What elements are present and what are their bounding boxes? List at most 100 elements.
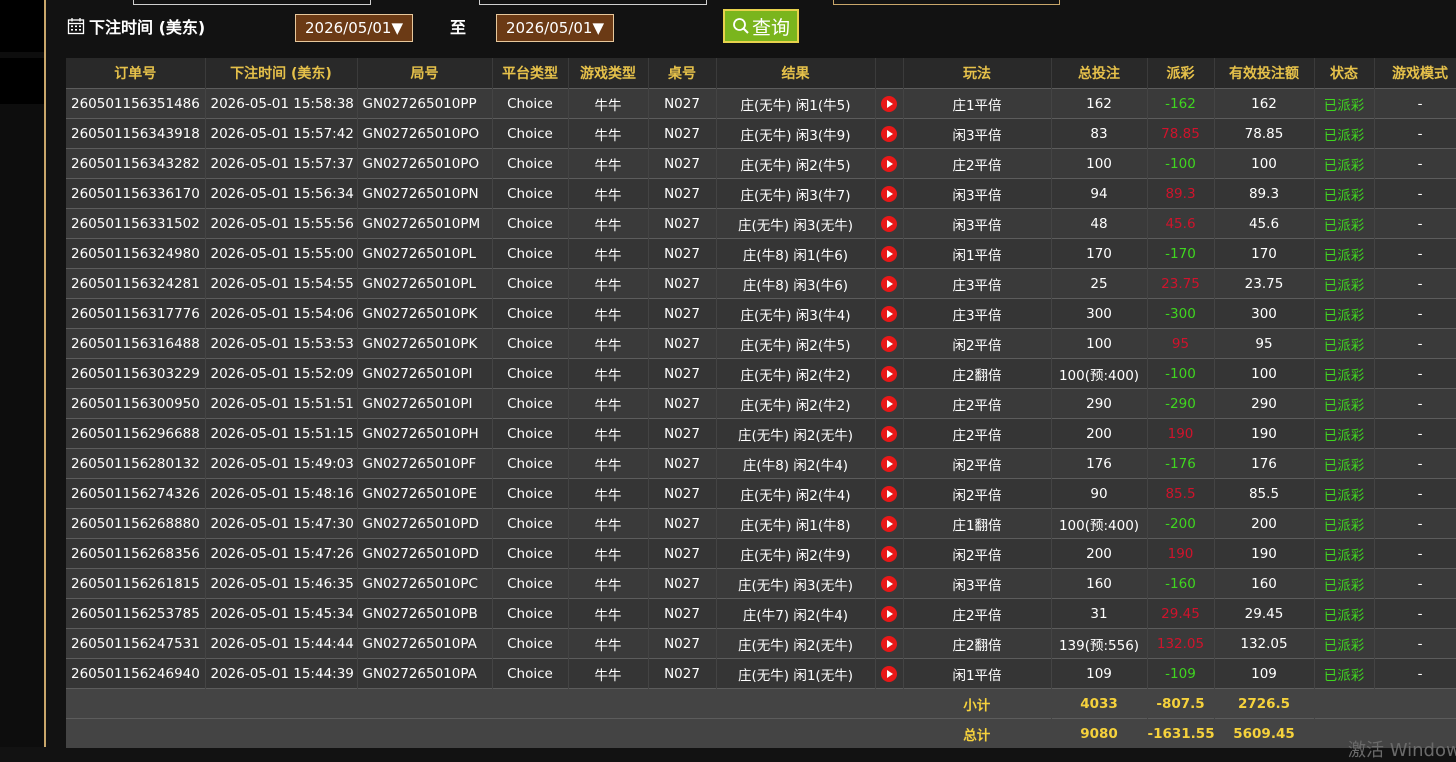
total-bet-cell: 100(预:400) <box>1051 508 1148 539</box>
platform-type-cell: Choice <box>492 448 569 479</box>
payout-cell: -170 <box>1147 238 1215 269</box>
valid-bet-cell: 190 <box>1214 418 1315 449</box>
bet-time-cell: 2026-05-01 15:51:15 <box>205 418 358 449</box>
bet-time-filter-label: 下注时间 (美东) <box>67 14 205 38</box>
play-video-icon[interactable] <box>881 125 897 142</box>
status-cell: 已派彩 <box>1314 88 1375 119</box>
valid-bet-cell: 45.6 <box>1214 208 1315 239</box>
result-cell: 庄(无牛) 闲2(牛2) <box>716 358 876 389</box>
table-row: 260501156246940 2026-05-01 15:44:39 GN0272… <box>66 658 1456 689</box>
game-type-cell: 牛牛 <box>568 328 649 359</box>
play-video-icon[interactable] <box>881 605 897 622</box>
round-no-cell: GN027265010PP <box>357 88 493 119</box>
table-row: 260501156296688 2026-05-01 15:51:15 GN0272… <box>66 418 1456 449</box>
play-type-cell: 闲3平倍 <box>903 118 1052 149</box>
left-sidebar <box>0 0 46 747</box>
order-no-cell: 260501156324281 <box>66 268 206 299</box>
table-header-row: 订单号 下注时间 (美东) 局号 平台类型 游戏类型 桌号 结果 玩法 总投注 … <box>66 58 1456 89</box>
play-video-icon[interactable] <box>881 215 897 232</box>
round-no-cell: GN027265010PB <box>357 598 493 629</box>
platform-type-cell: Choice <box>492 298 569 329</box>
valid-bet-cell: 160 <box>1214 568 1315 599</box>
game-type-cell: 牛牛 <box>568 508 649 539</box>
play-video-icon[interactable] <box>881 95 897 112</box>
table-no-cell: N027 <box>648 118 717 149</box>
round-no-cell: GN027265010PH <box>357 418 493 449</box>
play-type-cell: 庄3平倍 <box>903 268 1052 299</box>
replay-cell <box>875 598 904 629</box>
play-video-icon[interactable] <box>881 575 897 592</box>
play-video-icon[interactable] <box>881 485 897 502</box>
total-bet-cell: 176 <box>1051 448 1148 479</box>
table-no-cell: N027 <box>648 478 717 509</box>
valid-bet-cell: 78.85 <box>1214 118 1315 149</box>
round-no-cell: GN027265010PI <box>357 388 493 419</box>
table-row: 260501156351486 2026-05-01 15:58:38 GN0272… <box>66 88 1456 119</box>
valid-bet-cell: 95 <box>1214 328 1315 359</box>
table-no-cell: N027 <box>648 448 717 479</box>
platform-type-cell: Choice <box>492 208 569 239</box>
top-input-fragment[interactable] <box>479 0 707 5</box>
play-video-icon[interactable] <box>881 305 897 322</box>
payout-cell: 190 <box>1147 418 1215 449</box>
play-video-icon[interactable] <box>881 545 897 562</box>
result-cell: 庄(无牛) 闲2(牛9) <box>716 538 876 569</box>
result-cell: 庄(牛8) 闲3(牛6) <box>716 268 876 299</box>
game-type-cell: 牛牛 <box>568 388 649 419</box>
play-type-cell: 庄2翻倍 <box>903 628 1052 659</box>
round-no-cell: GN027265010PA <box>357 658 493 689</box>
sidebar-block[interactable] <box>0 58 44 104</box>
platform-type-cell: Choice <box>492 178 569 209</box>
play-video-icon[interactable] <box>881 635 897 652</box>
total-spacer <box>66 718 903 748</box>
replay-cell <box>875 358 904 389</box>
play-video-icon[interactable] <box>881 365 897 382</box>
status-cell: 已派彩 <box>1314 388 1375 419</box>
play-video-icon[interactable] <box>881 245 897 262</box>
play-video-icon[interactable] <box>881 455 897 472</box>
table-row: 260501156331502 2026-05-01 15:55:56 GN0272… <box>66 208 1456 239</box>
table-footer: 小计 4033 -807.5 2726.5 总计 9080 -1631.55 5… <box>66 688 1456 748</box>
sidebar-block[interactable] <box>0 0 44 52</box>
table-no-cell: N027 <box>648 238 717 269</box>
game-mode-cell: - <box>1374 478 1456 509</box>
query-button[interactable]: 查询 <box>723 9 799 43</box>
game-mode-cell: - <box>1374 178 1456 209</box>
end-date-select[interactable]: 2026/05/01▼ <box>496 14 614 42</box>
top-input-fragment[interactable] <box>833 0 1060 5</box>
play-video-icon[interactable] <box>881 515 897 532</box>
top-input-fragment[interactable] <box>133 0 371 5</box>
play-video-icon[interactable] <box>881 665 897 682</box>
game-mode-cell: - <box>1374 448 1456 479</box>
play-video-icon[interactable] <box>881 155 897 172</box>
play-video-icon[interactable] <box>881 425 897 442</box>
game-type-cell: 牛牛 <box>568 568 649 599</box>
order-no-cell: 260501156268356 <box>66 538 206 569</box>
replay-cell <box>875 538 904 569</box>
play-video-icon[interactable] <box>881 335 897 352</box>
game-mode-cell: - <box>1374 268 1456 299</box>
game-type-cell: 牛牛 <box>568 538 649 569</box>
table-no-cell: N027 <box>648 598 717 629</box>
table-row: 260501156300950 2026-05-01 15:51:51 GN0272… <box>66 388 1456 419</box>
round-no-cell: GN027265010PA <box>357 628 493 659</box>
play-video-icon[interactable] <box>881 185 897 202</box>
table-row: 260501156317776 2026-05-01 15:54:06 GN0272… <box>66 298 1456 329</box>
bet-time-cell: 2026-05-01 15:49:03 <box>205 448 358 479</box>
total-bet-cell: 109 <box>1051 658 1148 689</box>
replay-cell <box>875 88 904 119</box>
status-cell: 已派彩 <box>1314 628 1375 659</box>
start-date-select[interactable]: 2026/05/01▼ <box>295 14 413 42</box>
platform-type-cell: Choice <box>492 268 569 299</box>
play-video-icon[interactable] <box>881 395 897 412</box>
play-video-icon[interactable] <box>881 275 897 292</box>
subtotal-valid-bet: 2726.5 <box>1214 688 1315 719</box>
subtotal-row: 小计 4033 -807.5 2726.5 <box>66 688 1456 719</box>
bet-time-cell: 2026-05-01 15:44:44 <box>205 628 358 659</box>
bet-time-cell: 2026-05-01 15:54:06 <box>205 298 358 329</box>
col-header-table-no: 桌号 <box>648 58 717 89</box>
table-row: 260501156280132 2026-05-01 15:49:03 GN0272… <box>66 448 1456 479</box>
bet-time-cell: 2026-05-01 15:45:34 <box>205 598 358 629</box>
result-cell: 庄(无牛) 闲1(牛8) <box>716 508 876 539</box>
total-bet-cell: 100(预:400) <box>1051 358 1148 389</box>
